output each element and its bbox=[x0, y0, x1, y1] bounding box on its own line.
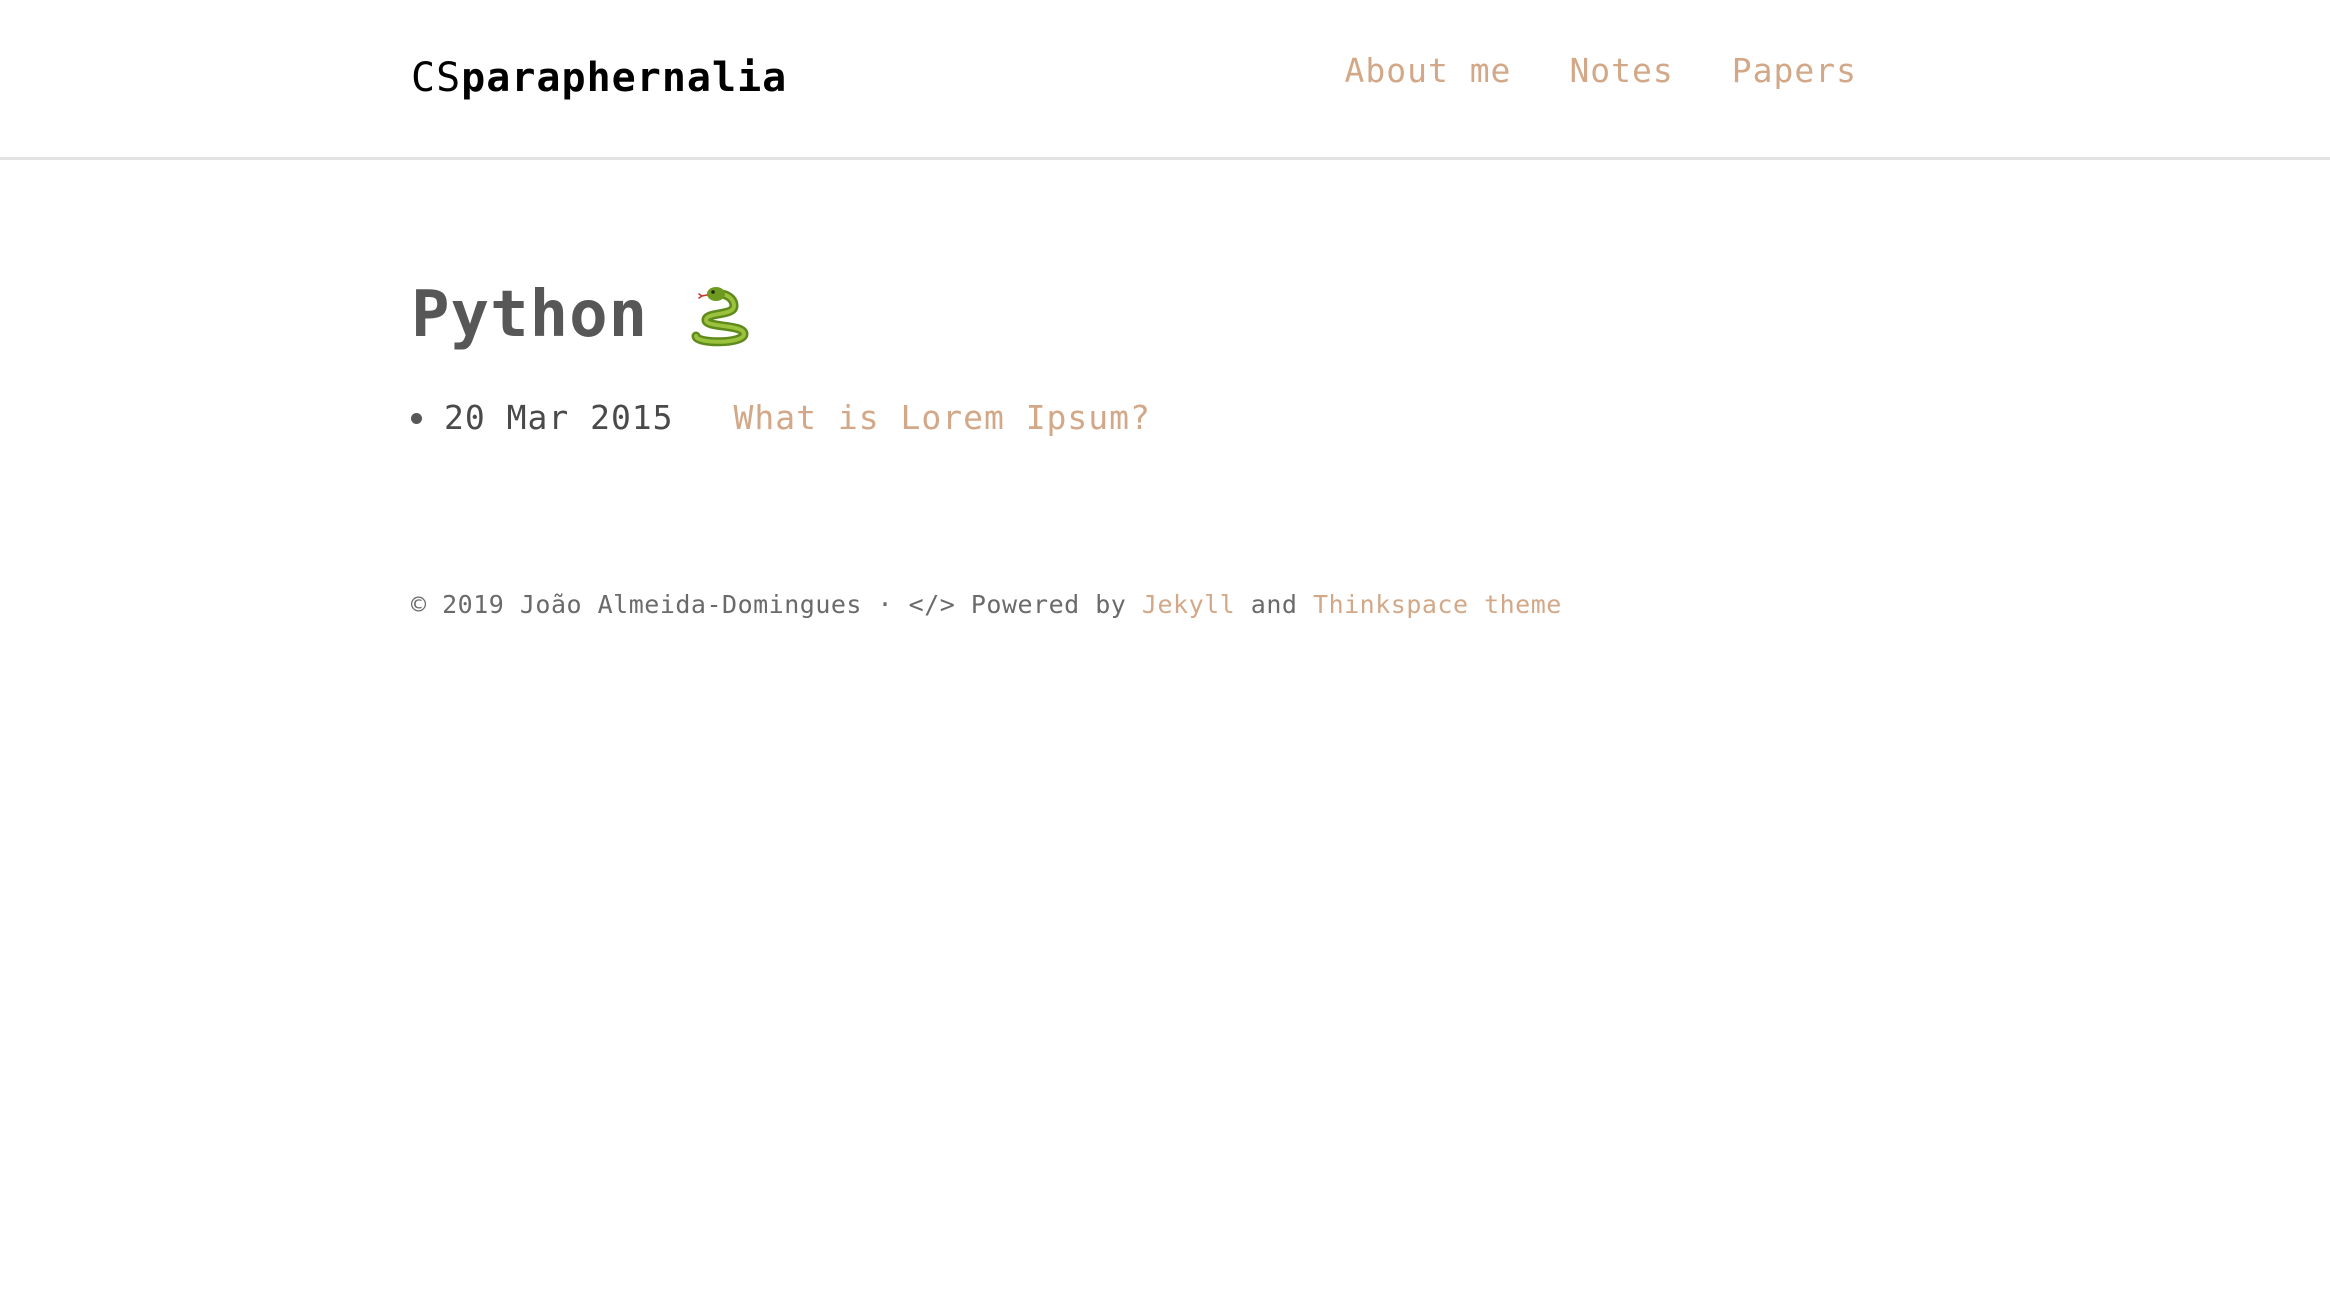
footer-theme-link[interactable]: Thinkspace theme bbox=[1313, 590, 1562, 619]
list-item: 20 Mar 2015 What is Lorem Ipsum? bbox=[411, 393, 1151, 443]
nav-notes[interactable]: Notes bbox=[1569, 46, 1673, 96]
post-link[interactable]: What is Lorem Ipsum? bbox=[734, 393, 1151, 443]
site-title-link[interactable]: CSparaphernalia bbox=[411, 50, 787, 106]
footer-jekyll-link[interactable]: Jekyll bbox=[1142, 590, 1235, 619]
footer-copyright: © 2019 João Almeida-Domingues · </> Powe… bbox=[411, 590, 1127, 619]
post-date: 20 Mar 2015 bbox=[444, 398, 674, 437]
site-footer: © 2019 João Almeida-Domingues · </> Powe… bbox=[411, 586, 1562, 624]
bullet-icon bbox=[411, 412, 422, 424]
site-title-prefix: CS bbox=[411, 55, 462, 101]
footer-and-text: and bbox=[1250, 590, 1298, 619]
snake-icon bbox=[686, 282, 752, 348]
page-title-text: Python bbox=[411, 278, 649, 352]
main-nav: About me Notes Papers bbox=[1344, 46, 1857, 96]
page-title: Python bbox=[411, 270, 752, 360]
post-list: 20 Mar 2015 What is Lorem Ipsum? bbox=[411, 393, 1151, 443]
nav-papers[interactable]: Papers bbox=[1732, 46, 1857, 96]
site-header: CSparaphernalia About me Notes Papers bbox=[0, 0, 2330, 160]
nav-about-me[interactable]: About me bbox=[1344, 46, 1511, 96]
site-title-suffix: paraphernalia bbox=[461, 55, 788, 101]
